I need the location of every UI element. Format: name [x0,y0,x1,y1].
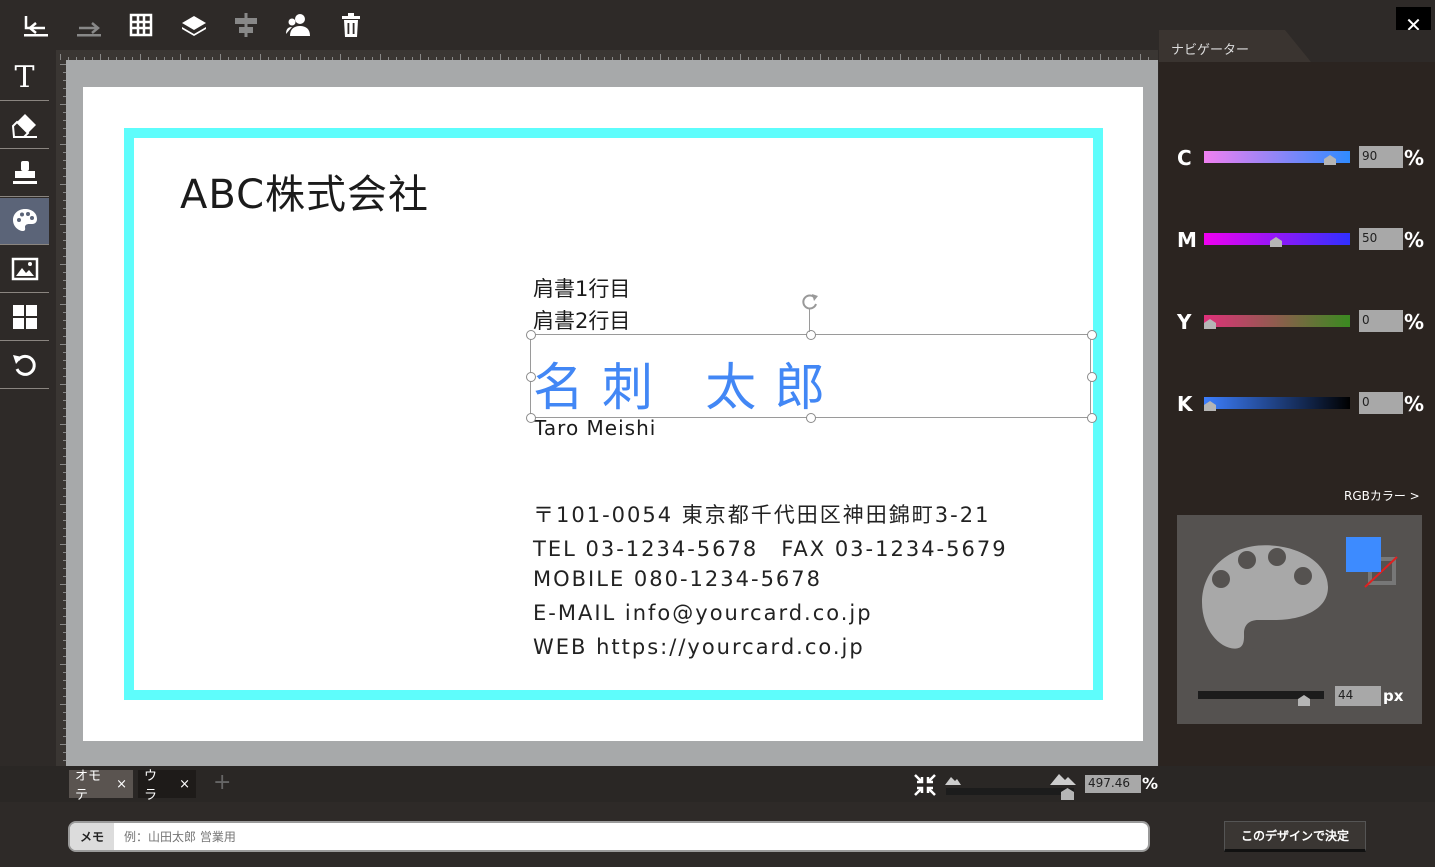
person-name-romaji[interactable]: Taro Meishi [534,416,656,440]
slider-k-thumb[interactable] [1204,401,1216,411]
fit-screen-icon[interactable] [913,773,937,797]
slider-c-thumb[interactable] [1324,155,1336,165]
pct-m: % [1404,228,1425,252]
email-line[interactable]: E-MAIL info@yourcard.co.jp [533,601,873,625]
zoom-out-mountain-icon [945,777,961,785]
zoom-unit: % [1142,774,1159,793]
input-c[interactable]: 90 [1359,146,1403,168]
layout-icon [12,305,37,329]
pct-y: % [1404,310,1425,334]
zoom-slider[interactable] [946,788,1074,795]
slider-k[interactable] [1204,397,1350,409]
pct-c: % [1404,146,1425,170]
palette-icon [12,209,37,231]
memo-field: メモ [68,821,1150,852]
image-tool[interactable] [0,246,49,293]
input-k[interactable]: 0 [1359,392,1403,414]
page-tab-front-close-icon[interactable]: × [116,777,127,792]
tel-fax-line[interactable]: TEL 03-1234-5678 FAX 03-1234-5679 [533,533,1008,563]
slider-y[interactable] [1204,315,1350,327]
palette-large-icon [1202,545,1328,649]
cmyk-label-y: Y [1177,310,1192,334]
selection-box [530,334,1091,418]
memo-input[interactable] [118,823,1148,850]
trash-icon[interactable] [336,10,366,40]
company-name[interactable]: ABC株式会社 [180,162,429,220]
ruler-top [56,50,1158,60]
page-tab-front[interactable]: オモテ × [69,769,133,803]
undo-icon[interactable] [21,10,51,40]
title-line-2[interactable]: 肩書2行目 [533,305,630,335]
web-line[interactable]: WEB https://yourcard.co.jp [533,635,865,659]
text-icon: T [14,59,35,95]
resize-handle-w[interactable] [526,372,536,382]
brush-size-unit: px [1383,687,1404,705]
eraser-tool[interactable] [0,102,49,149]
reset-icon [12,354,36,376]
ruler-left [56,60,66,766]
grid-icon[interactable] [126,10,156,40]
zoom-input[interactable]: 497.46 [1085,775,1141,793]
text-tool[interactable]: T [0,54,49,101]
page-tab-back-label: ウラ [144,769,158,803]
stamp-tool[interactable] [0,150,49,197]
mobile-line[interactable]: MOBILE 080-1234-5678 [533,567,822,591]
page-tab-front-label: オモテ [75,769,102,803]
resize-handle-s[interactable] [806,413,816,423]
brush-size-thumb[interactable] [1298,695,1310,706]
fill-color-swatch[interactable] [1346,537,1381,572]
zoom-in-mountain-icon [1050,774,1076,785]
address-line[interactable]: 〒101-0054 東京都千代田区神田錦町3-21 [533,499,990,529]
redo-icon[interactable] [74,10,104,40]
resize-handle-se[interactable] [1087,413,1097,423]
add-page-icon[interactable]: + [213,770,231,795]
layers-icon[interactable] [179,10,209,40]
cmyk-label-c: C [1177,146,1192,170]
stamp-icon [12,161,37,184]
input-y[interactable]: 0 [1359,310,1403,332]
palette-tool[interactable] [0,198,49,245]
input-m[interactable]: 50 [1359,228,1403,250]
resize-handle-e[interactable] [1087,372,1097,382]
image-icon [11,257,38,281]
layout-tool[interactable] [0,294,49,341]
confirm-design-button[interactable]: このデザインで決定 [1224,821,1366,852]
slider-m-thumb[interactable] [1270,237,1282,247]
pct-k: % [1404,392,1425,416]
navigator-tab[interactable]: ナビゲーター [1159,30,1311,62]
resize-handle-n[interactable] [806,330,816,340]
cmyk-label-m: M [1177,228,1197,252]
brush-size-input[interactable]: 44 [1335,686,1381,706]
left-toolbar: T [0,50,50,395]
person-icon[interactable] [284,10,314,40]
eraser-icon [11,114,37,138]
resize-handle-nw[interactable] [526,330,536,340]
slider-y-thumb[interactable] [1204,319,1216,329]
align-icon[interactable] [231,10,261,40]
rgb-color-link[interactable]: RGBカラー > [1344,487,1420,504]
title-line-1[interactable]: 肩書1行目 [533,273,630,303]
resize-handle-ne[interactable] [1087,330,1097,340]
reset-tool[interactable] [0,342,49,389]
rotate-icon[interactable] [800,292,820,312]
zoom-slider-thumb[interactable] [1061,788,1074,800]
memo-label: メモ [70,823,114,850]
page-tab-back[interactable]: ウラ × [138,769,196,803]
navigator-label: ナビゲーター [1171,43,1250,58]
page-tab-back-close-icon[interactable]: × [179,777,190,792]
cmyk-label-k: K [1177,392,1193,416]
resize-handle-sw[interactable] [526,413,536,423]
